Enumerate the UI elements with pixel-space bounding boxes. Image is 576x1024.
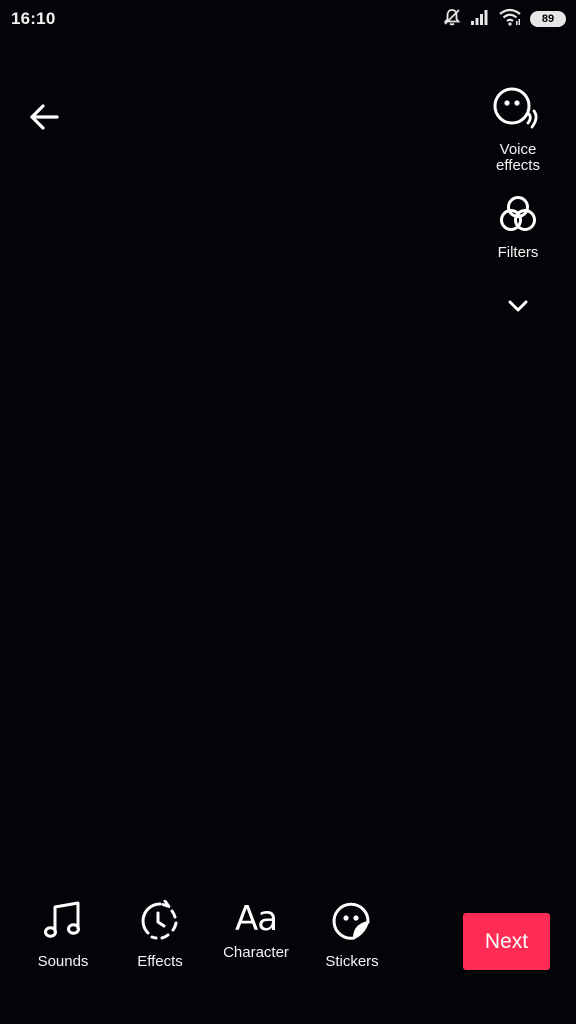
next-button[interactable]: Next (463, 913, 550, 970)
status-bar: 16:10 89 (0, 0, 576, 40)
voice-effects-icon (491, 84, 545, 139)
text-aa-icon: Aa (234, 899, 278, 939)
signal-icon (470, 9, 490, 30)
character-button[interactable]: Aa Character (211, 900, 301, 961)
chevron-down-icon (507, 299, 529, 318)
stickers-label: Stickers (325, 953, 379, 970)
sounds-button[interactable]: Sounds (18, 900, 108, 970)
effects-label: Effects (137, 953, 183, 970)
wifi-icon (498, 8, 522, 31)
filters-icon (496, 193, 540, 242)
voice-effects-label: Voice effects (496, 141, 540, 174)
more-tools-button[interactable] (503, 296, 533, 320)
effects-button[interactable]: Effects (115, 899, 205, 970)
status-time: 16:10 (11, 9, 56, 28)
sticker-icon (330, 900, 374, 947)
filters-button[interactable]: Filters (473, 193, 563, 261)
status-icons: 89 (442, 8, 566, 30)
arrow-left-icon (26, 100, 60, 139)
back-button[interactable] (22, 98, 64, 140)
battery-indicator: 89 (530, 11, 566, 27)
effects-timer-icon (138, 899, 182, 947)
stickers-button[interactable]: Stickers (307, 900, 397, 970)
character-label: Character (223, 944, 289, 961)
notifications-muted-icon (442, 7, 462, 32)
music-note-icon (41, 900, 85, 947)
voice-effects-button[interactable]: Voice effects (473, 84, 563, 174)
filters-label: Filters (497, 244, 539, 261)
sounds-label: Sounds (37, 953, 89, 970)
